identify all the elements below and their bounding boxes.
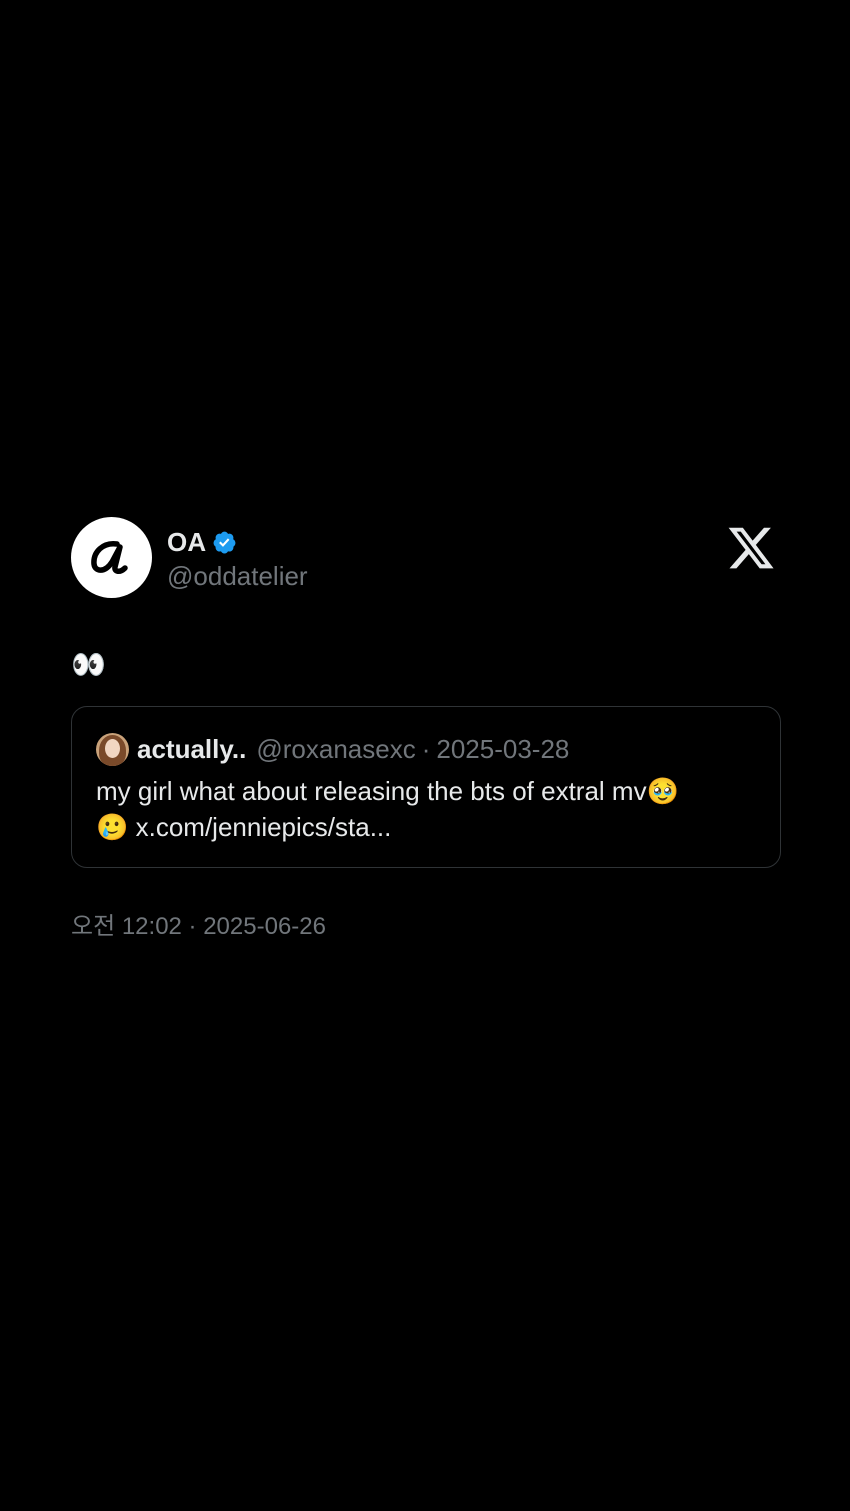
quoted-avatar[interactable] [96,732,129,766]
tweet-timestamp[interactable]: 오전 12:02 · 2025-06-26 [71,912,781,942]
tweet-card[interactable]: OA @oddatelier 👀 actually.. @roxanasexc … [71,517,781,942]
handle[interactable]: @oddatelier [167,559,308,593]
quoted-text: my girl what about releasing the bts of … [96,773,756,845]
avatar[interactable] [71,517,152,598]
quoted-tweet[interactable]: actually.. @roxanasexc · 2025-03-28 my g… [71,706,781,868]
quoted-tweet-header: actually.. @roxanasexc · 2025-03-28 [96,731,756,767]
verified-badge-icon [213,531,236,554]
x-logo-icon [728,527,774,569]
quoted-handle[interactable]: @roxanasexc [256,734,415,765]
oa-logo-icon [90,540,128,574]
quoted-text-line-2: 🥲 x.com/jenniepics/sta... [96,812,392,842]
quoted-display-name[interactable]: actually.. [137,734,246,765]
quoted-date[interactable]: 2025-03-28 [436,734,569,765]
quoted-separator: · [421,733,431,764]
tweet-body: 👀 [71,649,106,680]
display-name[interactable]: OA [167,527,206,558]
author-names: OA @oddatelier [167,525,308,593]
tweet-header: OA @oddatelier [71,517,781,599]
quoted-text-line-1: my girl what about releasing the bts of … [96,776,679,806]
